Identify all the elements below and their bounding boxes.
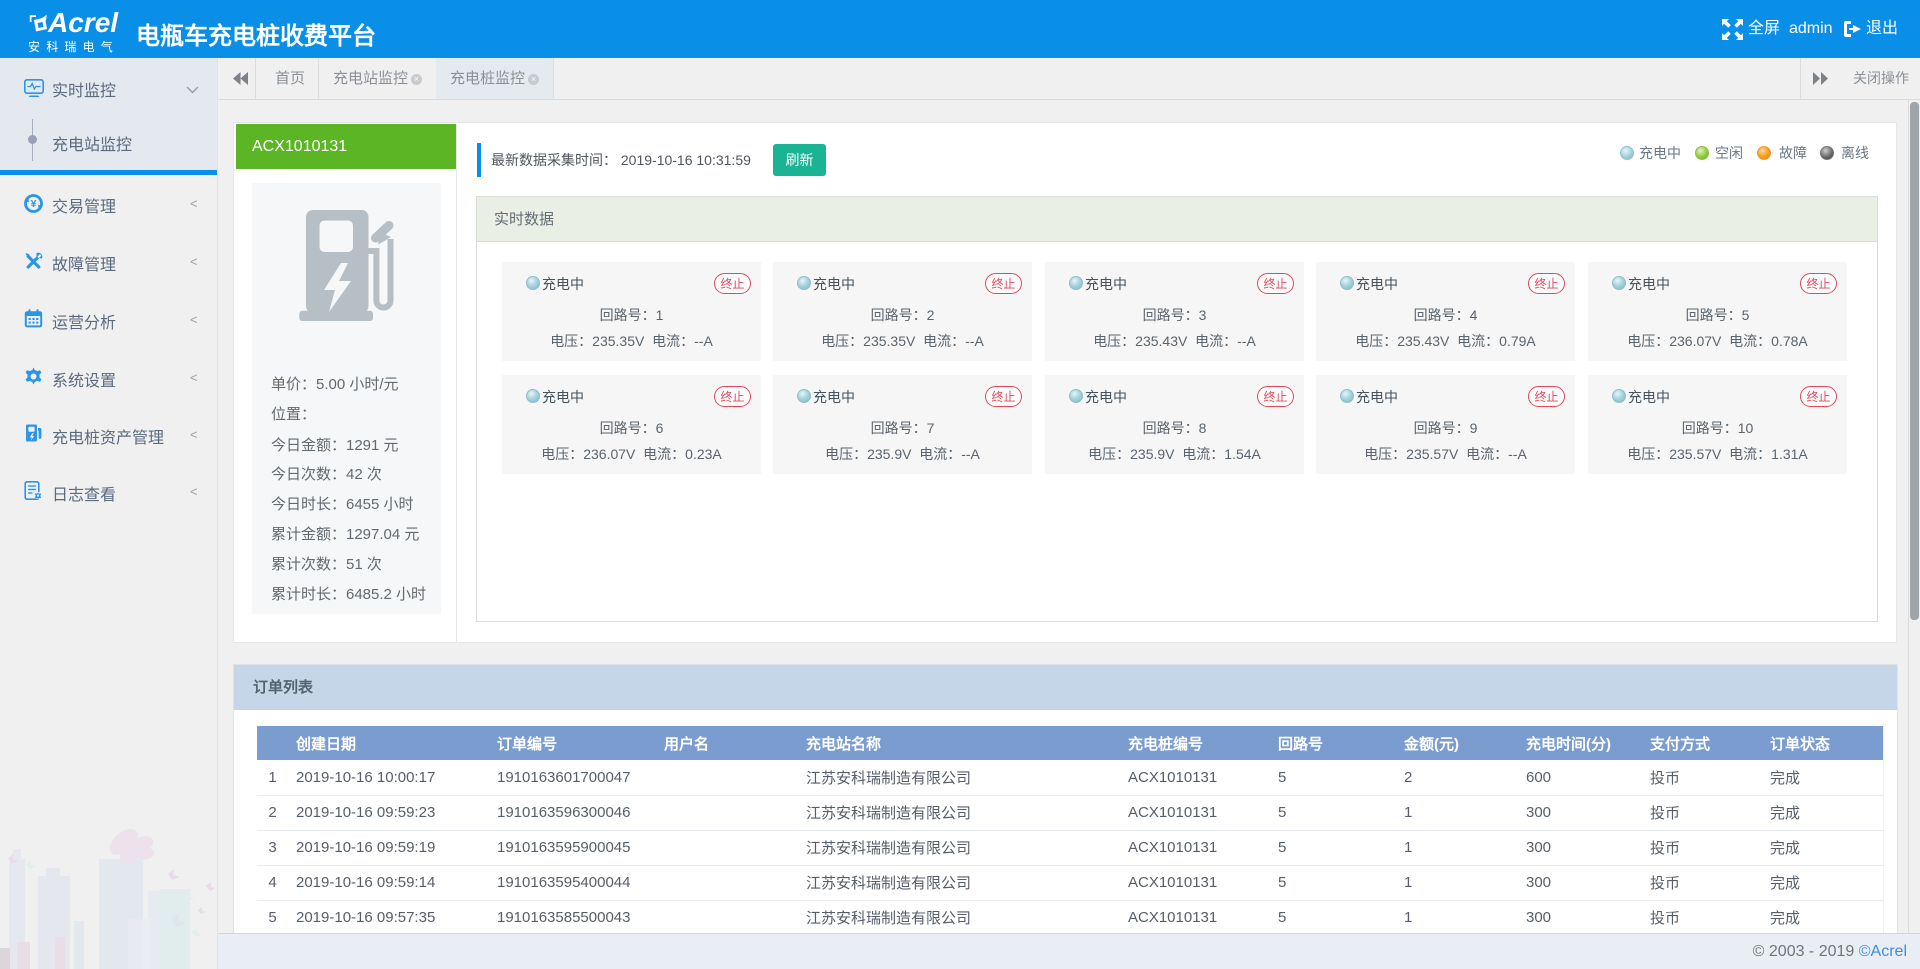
svg-text:¥: ¥ bbox=[31, 198, 37, 210]
